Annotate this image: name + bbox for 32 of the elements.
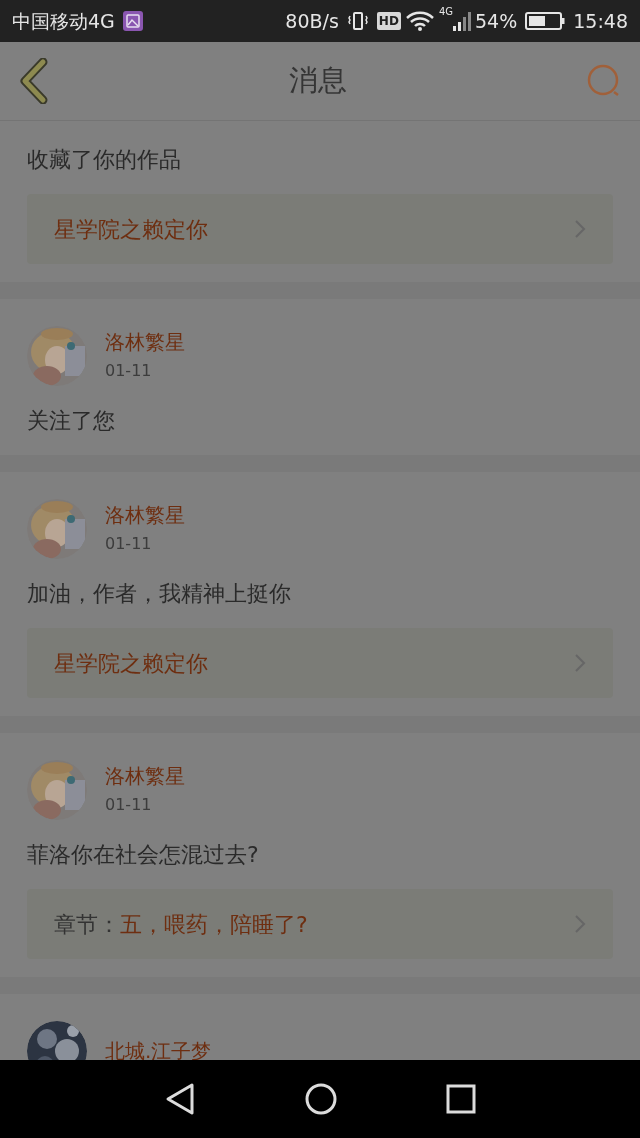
page-title: 消息 <box>289 62 347 100</box>
vibrate-icon <box>346 10 369 32</box>
link-title: 章节：五，喂药，陪睡了? <box>54 910 308 939</box>
battery-icon <box>525 11 566 31</box>
link-title: 星学院之赖定你 <box>54 649 208 678</box>
message-date: 01-11 <box>105 533 153 555</box>
message-text: 菲洛你在社会怎混过去? <box>27 841 260 869</box>
link-title: 星学院之赖定你 <box>54 215 208 244</box>
work-link[interactable]: 章节：五，喂药，陪睡了? <box>27 889 613 959</box>
hd-badge: HD <box>376 12 401 30</box>
back-nav-button[interactable] <box>164 1082 196 1116</box>
recents-nav-button[interactable] <box>446 1084 476 1114</box>
work-link[interactable]: 星学院之赖定你 <box>27 628 613 698</box>
message-text: 收藏了你的作品 <box>27 146 182 174</box>
message-text: 加油，作者，我精神上挺你 <box>27 580 292 608</box>
wifi-icon <box>404 10 435 32</box>
speed-label: 80B/s <box>285 8 339 34</box>
battery-label: 54% <box>475 8 518 34</box>
work-link[interactable]: 星学院之赖定你 <box>27 194 613 264</box>
message-text: 关注了您 <box>27 407 116 435</box>
message-date: 01-11 <box>105 360 153 382</box>
time-label: 15:48 <box>573 8 628 34</box>
home-nav-button[interactable] <box>304 1082 338 1116</box>
carrier-label: 中国移动4G <box>12 8 115 34</box>
message-date: 01-11 <box>105 794 153 816</box>
user-name[interactable]: 北城.江子梦 <box>105 1038 212 1060</box>
user-name[interactable]: 洛林繁星 <box>105 502 185 528</box>
user-name[interactable]: 洛林繁星 <box>105 763 185 789</box>
signal-icon <box>453 10 471 32</box>
user-name[interactable]: 洛林繁星 <box>105 329 185 355</box>
network-label: 4G <box>438 5 453 19</box>
image-icon <box>122 11 143 31</box>
